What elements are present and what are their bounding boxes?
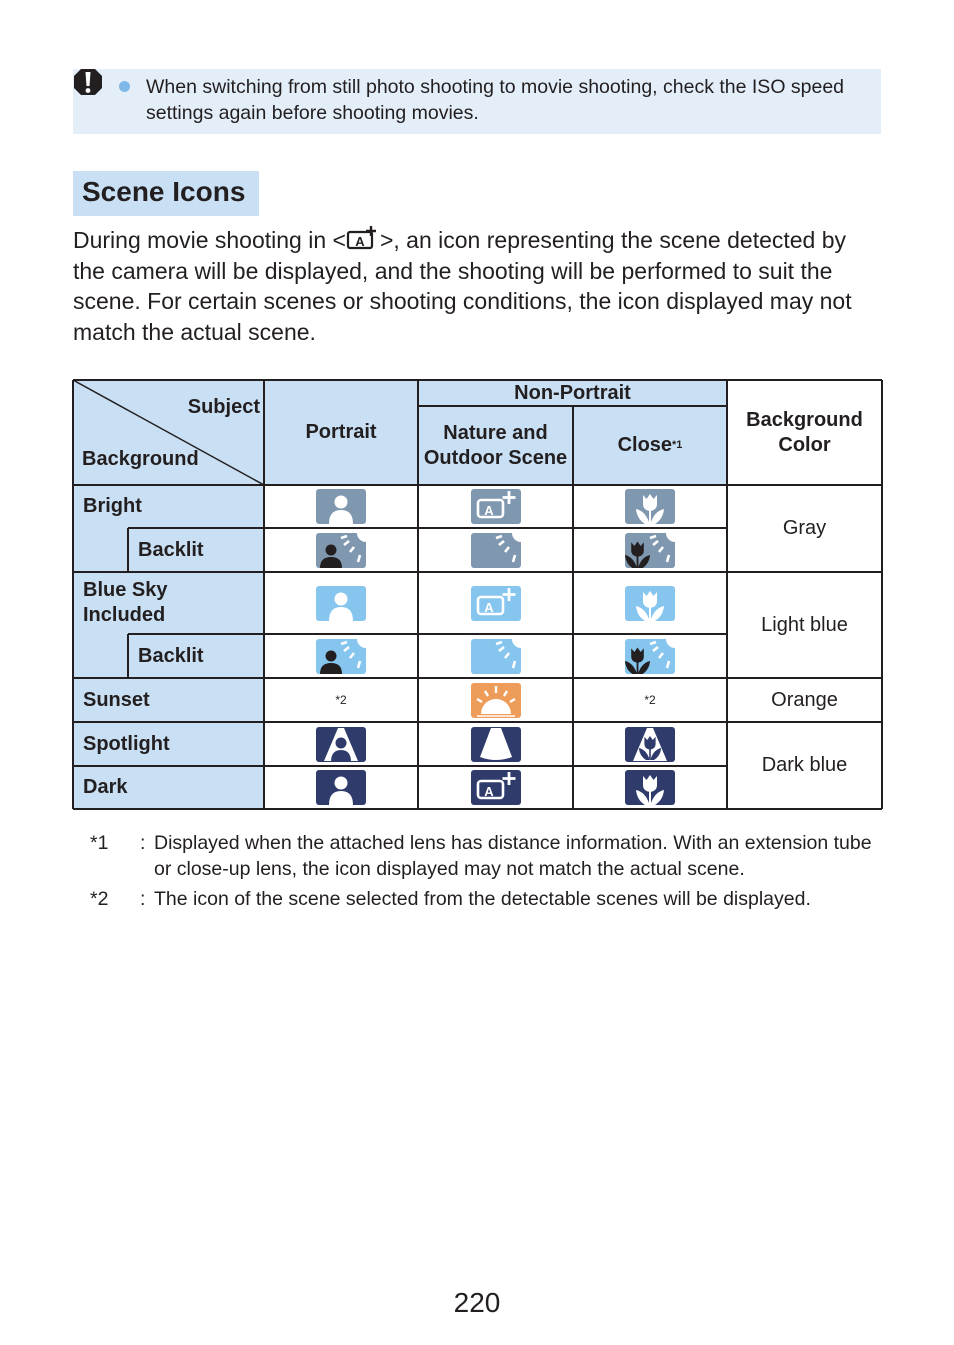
table-divider [417, 380, 419, 809]
header-non-portrait: Non-Portrait [418, 380, 727, 406]
svg-text:A: A [355, 234, 365, 249]
auto-scene-icon: A [470, 585, 521, 621]
flower-scene-icon [625, 585, 675, 621]
scene-cell [418, 528, 573, 572]
scene-cell [418, 678, 573, 722]
scene-cell [264, 528, 418, 572]
spotlight-person-scene-icon [316, 726, 366, 762]
scene-cell [264, 572, 418, 634]
bullet-icon [119, 81, 130, 92]
scene-cell [264, 766, 418, 809]
flower-scene-icon [625, 489, 675, 524]
table-divider [73, 765, 727, 767]
row-label-indent [73, 634, 128, 678]
svg-text:A: A [484, 503, 494, 518]
footnote-ref: *2 [335, 692, 347, 707]
backlit-flower-scene-icon [625, 638, 675, 674]
scene-cell [573, 572, 727, 634]
scene-cell: A [418, 572, 573, 634]
scene-cell: A [418, 485, 573, 528]
row-label-spotlight: Spotlight [73, 722, 264, 766]
backlit-scene-icon [470, 638, 521, 674]
note-mark: *2 [90, 888, 109, 910]
backlit-scene-icon [470, 532, 521, 568]
table-divider [73, 484, 882, 486]
footnote-ref: *2 [644, 692, 656, 707]
bg-color-orange: Orange [771, 688, 838, 711]
header-subject: Subject [187, 396, 260, 418]
table-divider [73, 571, 882, 573]
row-label-indent [73, 528, 128, 572]
table-divider [726, 380, 728, 809]
scene-cell [418, 722, 573, 766]
header-background-color: Background Color [746, 408, 863, 456]
row-label-dark: Dark [73, 766, 264, 809]
auto-scene-icon: A [470, 489, 521, 524]
table-divider [73, 721, 882, 723]
bg-color-gray: Gray [782, 517, 827, 539]
scene-cell [573, 722, 727, 766]
backlit-person-scene-icon [316, 532, 366, 568]
auto-scene-icon: A [470, 770, 521, 805]
table-divider [73, 379, 882, 381]
header-nature: Nature and Outdoor Scene [418, 406, 573, 485]
row-label-blue-sky: Blue Sky Included [73, 572, 264, 634]
caution-exclamation-icon [74, 69, 102, 95]
header-close: Close *1 [573, 406, 727, 485]
table-divider [72, 380, 74, 809]
scene-cell [573, 634, 727, 678]
svg-text:A: A [484, 600, 494, 615]
row-label-backlit: Backlit [128, 528, 264, 572]
close-label: Close [617, 434, 673, 456]
section-title: Scene Icons [82, 176, 246, 207]
person-scene-icon [316, 770, 366, 805]
scene-cell: A [418, 766, 573, 809]
person-scene-icon [316, 585, 366, 621]
intro-text-1: During movie shooting in < [73, 227, 346, 253]
backlit-flower-scene-icon [625, 532, 675, 568]
table-divider [73, 677, 882, 679]
flower-scene-icon [625, 770, 675, 805]
row-label-backlit: Backlit [128, 634, 264, 678]
scene-cell [264, 722, 418, 766]
spotlight-scene-icon [470, 726, 521, 762]
scene-cell [573, 766, 727, 809]
table-divider [127, 528, 129, 572]
scene-cell [573, 485, 727, 528]
note-text: The icon of the scene selected from the … [154, 888, 811, 910]
note-text: Displayed when the attached lens has dis… [154, 832, 872, 880]
page-number: 220 [453, 1287, 501, 1318]
table-divider [881, 380, 883, 809]
footnote-ref: *1 [672, 439, 683, 451]
caution-text: When switching from still photo shooting… [146, 76, 845, 124]
intro-paragraph: During movie shooting in < A >, an icon re… [73, 225, 883, 347]
table-divider [127, 634, 129, 678]
spotlight-flower-scene-icon [625, 726, 675, 762]
table-divider [73, 808, 882, 810]
table-divider [128, 633, 727, 635]
person-scene-icon [316, 489, 366, 524]
scene-cell [573, 528, 727, 572]
table-divider [572, 406, 574, 809]
scene-cell [418, 634, 573, 678]
header-background: Background [82, 447, 199, 470]
sunset-scene-icon [470, 682, 521, 718]
note-mark: *1 [90, 832, 109, 854]
svg-text:A: A [484, 784, 494, 799]
bg-color-light-blue: Light blue [761, 613, 848, 636]
row-label-sunset: Sunset [73, 678, 264, 722]
scene-cell [264, 634, 418, 678]
manual-page: When switching from still photo shooting… [0, 0, 954, 1345]
scene-intelligent-auto-icon: A [346, 226, 376, 250]
header-portrait: Portrait [264, 380, 418, 485]
backlit-person-scene-icon [316, 638, 366, 674]
table-divider [263, 380, 265, 809]
row-label-bright: Bright [73, 485, 264, 528]
scene-cell [264, 485, 418, 528]
bg-color-dark-blue: Dark blue [761, 754, 848, 776]
table-divider [128, 527, 727, 529]
